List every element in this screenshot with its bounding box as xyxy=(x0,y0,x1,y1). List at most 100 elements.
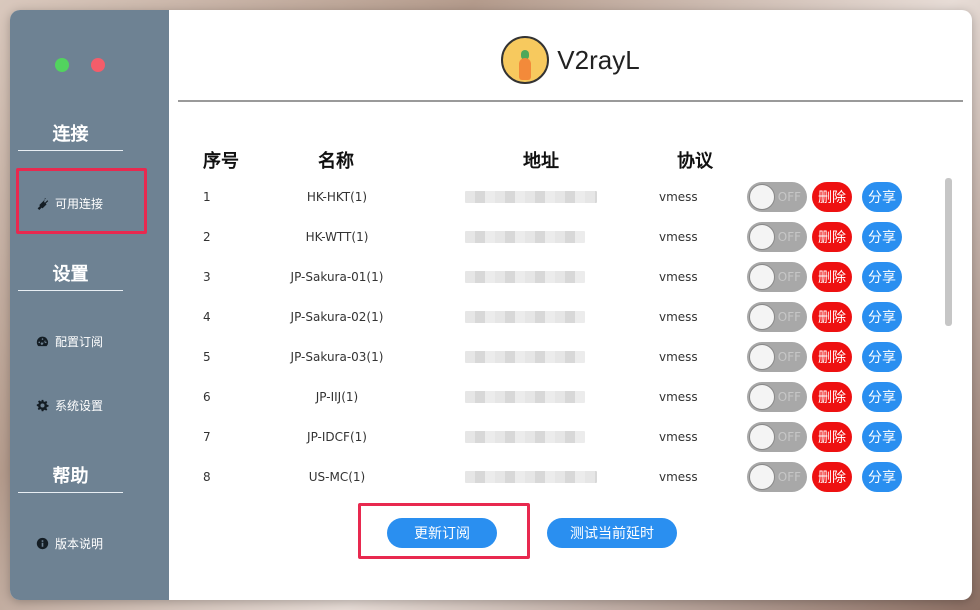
sidebar-item-label: 系统设置 xyxy=(55,399,104,413)
row-index: 1 xyxy=(203,190,211,204)
connection-toggle[interactable]: OFF xyxy=(747,382,807,412)
maximize-button[interactable] xyxy=(55,58,69,72)
connection-toggle[interactable]: OFF xyxy=(747,222,807,252)
column-header-index: 序号 xyxy=(203,151,239,172)
share-button[interactable]: 分享 xyxy=(862,182,902,212)
row-address-redacted xyxy=(465,391,585,403)
plug-icon xyxy=(37,197,49,210)
connection-toggle[interactable]: OFF xyxy=(747,302,807,332)
row-address-redacted xyxy=(465,471,597,483)
update-subscription-button[interactable]: 更新订阅 xyxy=(387,518,497,548)
table-row: 6 JP-IIJ(1) vmess OFF 删除 分享 xyxy=(169,377,932,417)
connection-toggle[interactable]: OFF xyxy=(747,422,807,452)
share-button[interactable]: 分享 xyxy=(862,462,902,492)
row-index: 8 xyxy=(203,470,211,484)
connection-toggle[interactable]: OFF xyxy=(747,342,807,372)
row-protocol: vmess xyxy=(659,190,698,204)
table-row: 1 HK-HKT(1) vmess OFF 删除 分享 xyxy=(169,177,932,217)
row-name: JP-IIJ(1) xyxy=(315,390,359,404)
row-name: JP-Sakura-03(1) xyxy=(290,350,384,364)
sidebar-item-subscription-config[interactable]: 配置订阅 xyxy=(36,333,103,350)
delete-button[interactable]: 删除 xyxy=(812,222,852,252)
delete-button[interactable]: 删除 xyxy=(812,382,852,412)
connection-toggle[interactable]: OFF xyxy=(747,182,807,212)
table-row: 7 JP-IDCF(1) vmess OFF 删除 分享 xyxy=(169,417,932,457)
table-row: 3 JP-Sakura-01(1) vmess OFF 删除 分享 xyxy=(169,257,932,297)
toggle-off-label: OFF xyxy=(777,270,801,284)
section-title-help: 帮助 xyxy=(18,462,123,493)
row-protocol: vmess xyxy=(659,310,698,324)
row-protocol: vmess xyxy=(659,270,698,284)
column-header-name: 名称 xyxy=(318,151,354,172)
row-protocol: vmess xyxy=(659,470,698,484)
row-protocol: vmess xyxy=(659,390,698,404)
share-button[interactable]: 分享 xyxy=(862,342,902,372)
connection-toggle[interactable]: OFF xyxy=(747,262,807,292)
carrot-avatar-icon xyxy=(501,36,550,84)
app-window: 连接 可用连接 设置 配置订阅 系统设置 帮助 版本说明 V2rayL 序号 名… xyxy=(10,10,972,600)
row-index: 2 xyxy=(203,230,211,244)
share-button[interactable]: 分享 xyxy=(862,222,902,252)
delete-button[interactable]: 删除 xyxy=(812,182,852,212)
toggle-off-label: OFF xyxy=(777,390,801,404)
share-button[interactable]: 分享 xyxy=(862,262,902,292)
row-name: US-MC(1) xyxy=(308,470,366,484)
section-title-settings: 设置 xyxy=(18,260,123,291)
row-address-redacted xyxy=(465,231,585,243)
table-row: 2 HK-WTT(1) vmess OFF 删除 分享 xyxy=(169,217,932,257)
column-header-protocol: 协议 xyxy=(677,151,713,172)
sidebar: 连接 可用连接 设置 配置订阅 系统设置 帮助 版本说明 xyxy=(10,10,169,600)
share-button[interactable]: 分享 xyxy=(862,382,902,412)
sidebar-item-label: 配置订阅 xyxy=(55,335,104,349)
row-address-redacted xyxy=(465,191,597,203)
dashboard-icon xyxy=(36,336,49,347)
toggle-off-label: OFF xyxy=(777,430,801,444)
sidebar-item-available-connections[interactable]: 可用连接 xyxy=(36,195,103,212)
row-address-redacted xyxy=(465,271,585,283)
sidebar-item-label: 可用连接 xyxy=(55,197,104,211)
toggle-off-label: OFF xyxy=(777,470,801,484)
section-title-connect: 连接 xyxy=(18,120,123,151)
header: V2rayL xyxy=(178,10,963,102)
row-index: 5 xyxy=(203,350,211,364)
row-protocol: vmess xyxy=(659,350,698,364)
share-button[interactable]: 分享 xyxy=(862,422,902,452)
row-index: 7 xyxy=(203,430,211,444)
close-button[interactable] xyxy=(91,58,105,72)
row-index: 4 xyxy=(203,310,211,324)
toggle-off-label: OFF xyxy=(777,310,801,324)
sidebar-item-label: 版本说明 xyxy=(55,537,104,551)
share-button[interactable]: 分享 xyxy=(862,302,902,332)
toggle-off-label: OFF xyxy=(777,190,801,204)
test-latency-button[interactable]: 测试当前延时 xyxy=(547,518,677,548)
gear-icon xyxy=(36,399,49,412)
row-name: JP-Sakura-01(1) xyxy=(290,270,384,284)
table-header: 序号 名称 地址 协议 xyxy=(169,147,972,172)
column-header-address: 地址 xyxy=(523,151,559,172)
sidebar-item-version-notes[interactable]: 版本说明 xyxy=(36,535,103,552)
table-row: 8 US-MC(1) vmess OFF 删除 分享 xyxy=(169,457,932,497)
row-address-redacted xyxy=(465,431,585,443)
row-protocol: vmess xyxy=(659,430,698,444)
sidebar-item-system-settings[interactable]: 系统设置 xyxy=(36,397,103,414)
row-address-redacted xyxy=(465,351,585,363)
table-scrollbar[interactable] xyxy=(945,178,952,326)
delete-button[interactable]: 删除 xyxy=(812,462,852,492)
main-content: V2rayL 序号 名称 地址 协议 1 HK-HKT(1) vmess OFF… xyxy=(169,10,972,600)
delete-button[interactable]: 删除 xyxy=(812,262,852,292)
row-index: 3 xyxy=(203,270,211,284)
row-address-redacted xyxy=(465,311,585,323)
connection-toggle[interactable]: OFF xyxy=(747,462,807,492)
toggle-off-label: OFF xyxy=(777,230,801,244)
row-name: HK-WTT(1) xyxy=(305,230,369,244)
table-row: 5 JP-Sakura-03(1) vmess OFF 删除 分享 xyxy=(169,337,932,377)
app-title: V2rayL xyxy=(557,44,640,75)
info-icon xyxy=(36,537,49,550)
row-name: JP-IDCF(1) xyxy=(307,430,367,444)
table-row: 4 JP-Sakura-02(1) vmess OFF 删除 分享 xyxy=(169,297,932,337)
delete-button[interactable]: 删除 xyxy=(812,422,852,452)
delete-button[interactable]: 删除 xyxy=(812,342,852,372)
delete-button[interactable]: 删除 xyxy=(812,302,852,332)
row-index: 6 xyxy=(203,390,211,404)
row-protocol: vmess xyxy=(659,230,698,244)
